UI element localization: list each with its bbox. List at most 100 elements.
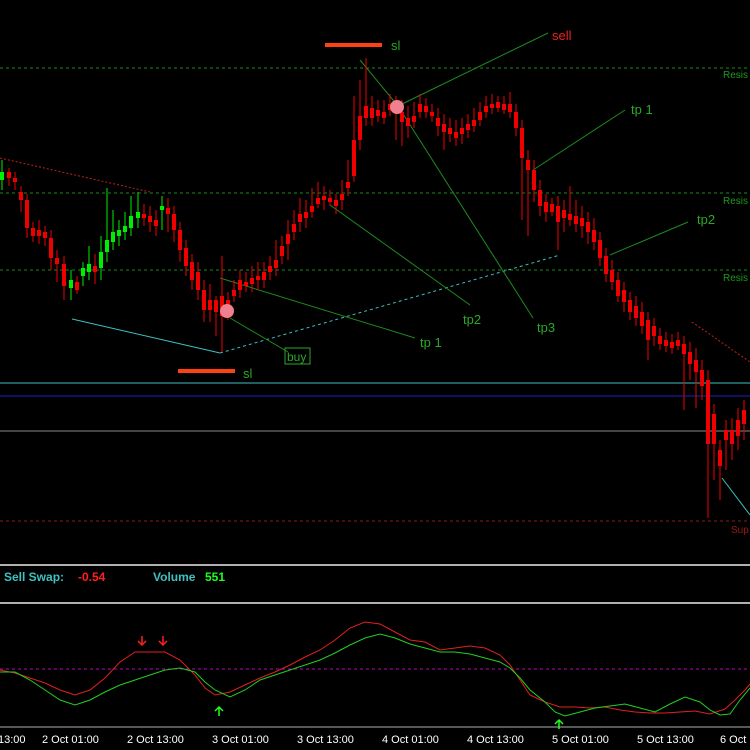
candle-body	[538, 190, 542, 206]
buy-arrow-icon	[214, 705, 224, 716]
candle-body	[670, 342, 674, 348]
candle-body	[592, 230, 596, 242]
candle-body	[93, 266, 97, 272]
sl-top-label: sl	[391, 38, 401, 53]
candle-body	[400, 112, 404, 122]
sell-swap-value: -0.54	[78, 570, 106, 584]
candle-body	[310, 206, 314, 212]
candle-body	[274, 260, 278, 268]
candle-body	[604, 256, 608, 274]
oscillator-sell-arrows	[137, 636, 168, 647]
candle-body	[262, 272, 266, 280]
candle-body	[694, 360, 698, 372]
buy-entry-marker[interactable]	[220, 304, 234, 318]
candle-body	[340, 194, 344, 200]
candle-body	[286, 234, 290, 244]
candle-body	[646, 320, 650, 340]
candle-body	[292, 224, 296, 232]
candle-body	[454, 132, 458, 138]
candle-body	[514, 112, 518, 128]
time-axis: 13:00 2 Oct 01:00 2 Oct 13:00 3 Oct 01:0…	[0, 734, 746, 746]
time-label: 3 Oct 01:00	[212, 734, 269, 746]
candle-body	[730, 430, 734, 444]
candle-body	[268, 266, 272, 272]
candle-body	[742, 410, 746, 424]
candle-body	[250, 278, 254, 284]
sl-top-bar	[325, 43, 382, 47]
candle-body	[736, 420, 740, 436]
candle-body	[574, 216, 578, 224]
sell-entry-marker[interactable]	[390, 100, 404, 114]
buy-label: buy	[287, 350, 306, 364]
time-label: 13:00	[0, 734, 26, 746]
candle-body	[484, 106, 488, 112]
candle-body	[55, 258, 59, 264]
candle-body	[202, 290, 206, 310]
candle-body	[532, 170, 536, 190]
candle-body	[472, 120, 476, 126]
candle-body	[520, 128, 524, 158]
candle-body	[87, 264, 91, 272]
candle-body	[352, 140, 356, 176]
buy-connector	[229, 317, 289, 353]
candle-body	[718, 450, 722, 466]
candle-body	[382, 112, 386, 118]
candle-body	[142, 214, 146, 218]
candle-body	[664, 340, 668, 346]
oscillator-buy-arrows	[214, 705, 564, 729]
candle-body	[208, 300, 212, 310]
volume-value: 551	[205, 570, 226, 584]
candle-body	[424, 106, 428, 112]
candle-body	[556, 206, 560, 222]
candle-body	[105, 240, 109, 252]
candle-body	[196, 272, 200, 290]
candle-body	[436, 118, 440, 126]
candle-body	[62, 264, 66, 286]
tp3-connector	[397, 105, 534, 319]
candle-body	[13, 178, 17, 182]
candle-body	[490, 104, 494, 108]
candle-body	[568, 214, 572, 220]
candle-body	[244, 282, 248, 286]
time-label: 5 Oct 01:00	[552, 734, 609, 746]
candle-body	[508, 104, 512, 112]
candle-body	[370, 108, 374, 118]
candle-body	[0, 172, 4, 180]
candle-body	[688, 352, 692, 364]
sl-bottom-bar	[178, 369, 235, 373]
candle-body	[280, 246, 284, 256]
candle-body	[256, 276, 260, 280]
tp3-label: tp3	[537, 320, 555, 335]
candle-body	[364, 106, 368, 118]
tp1-upper-label: tp 1	[631, 102, 653, 117]
buy-arrow-icon	[554, 718, 564, 729]
sell-label: sell	[552, 28, 572, 43]
level-lines	[0, 67, 750, 522]
candle-body	[136, 212, 140, 218]
price-chart[interactable]: Resis Resis Resis Sup sell sl sl buy tp …	[0, 0, 750, 750]
candle-body	[406, 118, 410, 126]
candle-body	[460, 128, 464, 134]
tp2-upper-label: tp2	[697, 212, 715, 227]
candle-body	[634, 306, 638, 318]
candle-body	[616, 280, 620, 296]
time-label: 4 Oct 01:00	[382, 734, 439, 746]
candle-body	[7, 172, 11, 178]
candle-body	[550, 204, 554, 212]
resistance-label-3: Resis	[723, 273, 748, 284]
candle-body	[466, 124, 470, 130]
candle-body	[43, 232, 47, 238]
candle-body	[49, 238, 53, 258]
tp2-lower-connector	[329, 204, 471, 306]
oscillator-panel[interactable]	[0, 621, 750, 729]
candle-body	[598, 240, 602, 258]
candle-body	[376, 110, 380, 116]
candle-body	[544, 202, 548, 212]
candle-body	[412, 116, 416, 122]
time-label: 6 Oct	[720, 734, 746, 746]
tp2-upper-connector	[609, 221, 689, 256]
candle-body	[37, 230, 41, 236]
candle-body	[430, 112, 434, 116]
candle-body	[25, 200, 29, 228]
candle-body	[184, 248, 188, 266]
